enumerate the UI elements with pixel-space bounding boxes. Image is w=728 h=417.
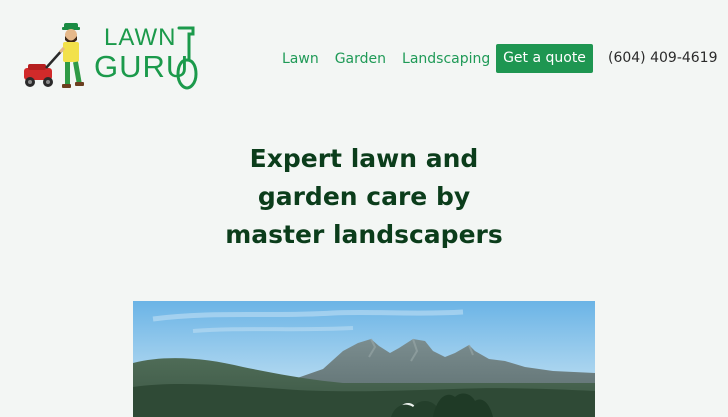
main-nav: Lawn Garden Landscaping <box>282 44 490 74</box>
mower-man-icon <box>24 23 84 88</box>
nav-link-garden[interactable]: Garden <box>335 44 386 74</box>
hero-title-line-1: Expert lawn and <box>249 144 479 173</box>
phone-link[interactable]: (604) 409-4619 <box>608 44 718 73</box>
hero-title-line-3: master landscapers <box>225 220 503 249</box>
site-logo[interactable]: LAWN GURU <box>20 18 202 96</box>
nav-link-landscaping[interactable]: Landscaping <box>402 44 490 74</box>
hero-photo <box>133 301 595 417</box>
logo-wordmark: LAWN GURU <box>92 24 202 94</box>
hero-title: Expert lawn and garden care by master la… <box>0 140 728 254</box>
site-header: LAWN GURU Lawn Garden Landscaping Get a … <box>0 0 728 120</box>
shovel-icon <box>176 26 198 90</box>
get-quote-button[interactable]: Get a quote <box>496 44 593 73</box>
nav-link-lawn[interactable]: Lawn <box>282 44 319 74</box>
mountain-landscape-photo <box>133 301 595 417</box>
hero-title-line-2: garden care by <box>257 182 471 211</box>
logo-line-1: LAWN <box>104 24 177 51</box>
